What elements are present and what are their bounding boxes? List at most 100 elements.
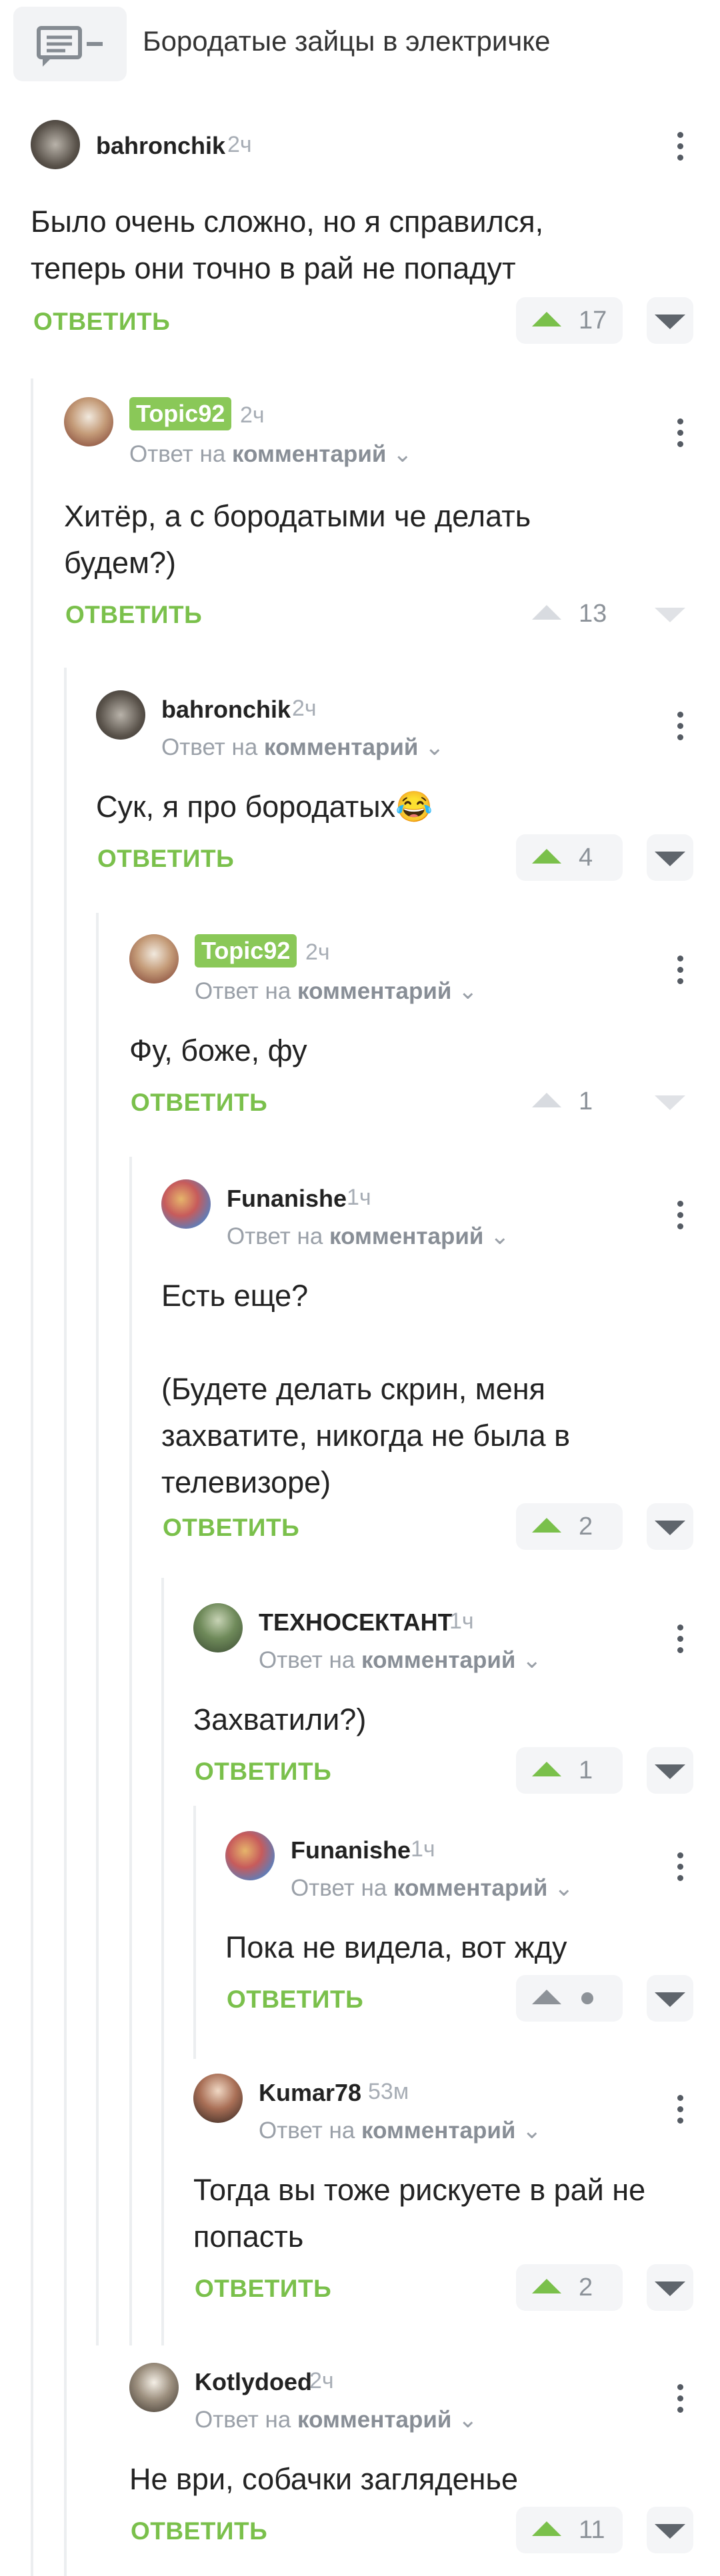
- comment-author[interactable]: ТЕХНОСЕКТАНТ: [259, 1609, 453, 1636]
- reply-button[interactable]: ОТВЕТИТЬ: [97, 845, 234, 873]
- arrow-up-icon: [532, 1093, 561, 1107]
- avatar[interactable]: [129, 2363, 179, 2412]
- thread-line[interactable]: [96, 913, 99, 2345]
- arrow-down-icon: [655, 2281, 685, 2296]
- more-icon[interactable]: [667, 127, 693, 173]
- reply-to[interactable]: Ответ на комментарий ⌄: [259, 2118, 542, 2144]
- reply-button[interactable]: ОТВЕТИТЬ: [33, 308, 170, 336]
- reply-button[interactable]: ОТВЕТИТЬ: [163, 1514, 299, 1542]
- upvote-button[interactable]: 11: [516, 2507, 623, 2553]
- reply-to[interactable]: Ответ на комментарий ⌄: [291, 1875, 574, 1902]
- reply-to-target: комментарий: [297, 2407, 452, 2433]
- comment-author[interactable]: bahronchik: [96, 132, 225, 160]
- downvote-button[interactable]: [647, 297, 693, 344]
- arrow-up-icon: [532, 2521, 561, 2536]
- reply-button[interactable]: ОТВЕТИТЬ: [131, 2517, 267, 2545]
- upvote-button[interactable]: 17: [516, 297, 623, 344]
- reply-to-target: комментарий: [361, 1647, 516, 1673]
- comment-text: Не ври, собачки загляденье: [129, 2462, 519, 2496]
- reply-to[interactable]: Ответ на комментарий ⌄: [129, 441, 413, 468]
- upvote-button[interactable]: 1: [516, 1747, 623, 1794]
- vote-count: 2: [579, 1513, 593, 1541]
- arrow-up-icon: [532, 605, 561, 620]
- comment-author[interactable]: Topic92: [129, 397, 232, 430]
- reply-to[interactable]: Ответ на комментарий ⌄: [259, 1647, 542, 1674]
- comment-text: Фу, боже, фу: [129, 1033, 307, 1067]
- downvote-button[interactable]: [647, 1975, 693, 2022]
- reply-to-target: комментарий: [393, 1875, 548, 1901]
- reply-to[interactable]: Ответ на комментарий ⌄: [195, 978, 478, 1005]
- comment-text: Хитёр, а с бородатыми че делать будем?): [64, 499, 531, 580]
- thread-line[interactable]: [193, 1806, 196, 2059]
- post-title[interactable]: Бородатые зайцы в электричке: [143, 25, 550, 57]
- comment: Kumar78 53м Ответ на комментарий ⌄ Тогда…: [193, 2074, 704, 2320]
- upvote-button[interactable]: 2: [516, 2264, 623, 2311]
- comment: Topic92 2ч Ответ на комментарий ⌄ Фу, бо…: [129, 934, 704, 1134]
- comment-author[interactable]: Funanishe: [227, 1185, 347, 1213]
- upvote-button[interactable]: 4: [516, 834, 623, 881]
- downvote-button[interactable]: [647, 834, 693, 881]
- avatar[interactable]: [64, 397, 113, 446]
- downvote-button[interactable]: [647, 2264, 693, 2311]
- reply-to-target: комментарий: [297, 978, 452, 1004]
- reply-to[interactable]: Ответ на комментарий ⌄: [227, 1223, 510, 1250]
- hidden-rating-dot: [581, 1992, 593, 2004]
- downvote-button[interactable]: [647, 590, 693, 637]
- reply-button[interactable]: ОТВЕТИТЬ: [195, 2275, 331, 2303]
- arrow-down-icon: [655, 315, 685, 329]
- comment-time: 2ч: [305, 940, 330, 965]
- reply-button[interactable]: ОТВЕТИТЬ: [65, 601, 202, 629]
- thread-line[interactable]: [161, 1578, 164, 2345]
- more-icon[interactable]: [667, 2379, 693, 2425]
- vote-count: 17: [579, 307, 607, 334]
- downvote-button[interactable]: [647, 1503, 693, 1550]
- comment-author[interactable]: Kumar78: [259, 2079, 361, 2107]
- avatar[interactable]: [225, 1831, 275, 1880]
- more-icon[interactable]: [667, 1847, 693, 1894]
- reply-to-prefix: Ответ на: [195, 2407, 291, 2433]
- reply-to-prefix: Ответ на: [129, 441, 226, 467]
- comment-author[interactable]: Funanishe: [291, 1836, 411, 1864]
- avatar[interactable]: [31, 120, 80, 169]
- thread-line[interactable]: [31, 378, 33, 2576]
- vote-count: 2: [579, 2273, 593, 2301]
- more-icon[interactable]: [667, 706, 693, 753]
- comment-text: Захватили?): [193, 1702, 367, 1736]
- comment-author[interactable]: Topic92: [195, 934, 297, 967]
- avatar[interactable]: [193, 2074, 243, 2123]
- thread-line[interactable]: [129, 1157, 132, 2345]
- more-icon[interactable]: [667, 1619, 693, 1666]
- reply-button[interactable]: ОТВЕТИТЬ: [227, 1986, 363, 2014]
- comment-author[interactable]: Kotlydoed: [195, 2368, 312, 2396]
- reply-to[interactable]: Ответ на комментарий ⌄: [161, 734, 445, 761]
- downvote-button[interactable]: [647, 2507, 693, 2553]
- more-icon[interactable]: [667, 1195, 693, 1242]
- upvote-button[interactable]: 2: [516, 1503, 623, 1550]
- reply-button[interactable]: ОТВЕТИТЬ: [195, 1758, 331, 1786]
- downvote-button[interactable]: [647, 1747, 693, 1794]
- comment: Kotlydoed 2ч Ответ на комментарий ⌄ Не в…: [129, 2363, 704, 2563]
- reply-to-prefix: Ответ на: [161, 734, 258, 760]
- vote-count: 1: [579, 1756, 593, 1784]
- avatar[interactable]: [161, 1179, 211, 1229]
- reply-button[interactable]: ОТВЕТИТЬ: [131, 1089, 267, 1117]
- reply-to[interactable]: Ответ на комментарий ⌄: [195, 2407, 478, 2433]
- thread-line[interactable]: [64, 668, 67, 2576]
- upvote-button[interactable]: 1: [516, 1078, 623, 1125]
- more-icon[interactable]: [667, 950, 693, 997]
- avatar[interactable]: [129, 934, 179, 983]
- upvote-button[interactable]: 13: [516, 590, 623, 637]
- comment: Funanishe 1ч Ответ на комментарий ⌄ Пока…: [225, 1831, 704, 2031]
- reply-to-target: комментарий: [264, 734, 419, 760]
- avatar[interactable]: [96, 690, 145, 740]
- arrow-down-icon: [655, 852, 685, 866]
- more-icon[interactable]: [667, 2090, 693, 2136]
- downvote-button[interactable]: [647, 1078, 693, 1125]
- more-icon[interactable]: [667, 413, 693, 460]
- upvote-button[interactable]: [516, 1975, 623, 2022]
- comment-time: 2ч: [309, 2368, 334, 2393]
- post-icon-button[interactable]: [13, 7, 127, 81]
- comment-time: 1ч: [411, 1836, 435, 1862]
- avatar[interactable]: [193, 1603, 243, 1652]
- comment-author[interactable]: bahronchik: [161, 696, 291, 724]
